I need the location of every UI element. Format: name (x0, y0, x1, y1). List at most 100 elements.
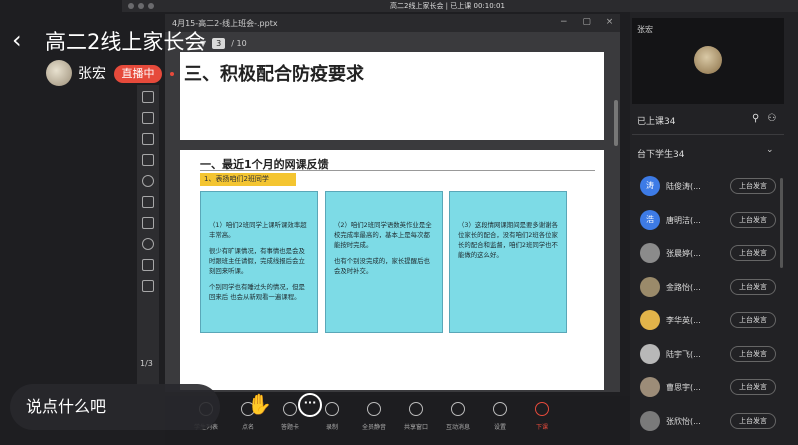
invite-to-stage-button[interactable]: 上台发言 (730, 345, 776, 362)
student-row: 张欣怡(... 上台发言 (636, 410, 784, 435)
card-text: 个别同学也有睡过头的情况，但是回来后 也会从新观看一遍课程。 (209, 283, 305, 301)
student-avatar (640, 243, 660, 263)
student-name: 陆俊涛(... (666, 182, 701, 191)
invite-to-stage-button[interactable]: 上台发言 (730, 211, 776, 228)
search-icon[interactable]: ⚲ (752, 113, 767, 124)
toolbar-label: 互动消息 (445, 424, 470, 431)
panel-divider (632, 134, 784, 135)
toolbar-label: 录制 (325, 424, 338, 431)
feedback-card-1: （1）咱们2班同学上课听课效率超丰常高。 很少有旷课情况，有事情也是会及时跟班主… (200, 191, 318, 333)
page-count: 1/3 (140, 359, 153, 368)
student-avatar (640, 310, 660, 330)
ppt-window-buttons[interactable]: − ▢ × (560, 17, 619, 27)
slide-pager: ▼ 3 / 10 (200, 36, 247, 50)
undo-icon[interactable] (142, 238, 154, 250)
pen-icon[interactable] (142, 154, 154, 166)
app-root: 高二2线上家长会 | 已上课 00:10:01 4月15-高二2-线上班会-.p… (0, 0, 798, 445)
settings-button[interactable]: 设置 (480, 402, 520, 431)
host-name: 张宏 (78, 66, 106, 82)
live-dot (170, 72, 174, 76)
image-icon[interactable] (142, 217, 154, 229)
invite-to-stage-button[interactable]: 上台发言 (730, 379, 776, 395)
offline-header: 台下学生34 (637, 150, 685, 160)
student-row: 涛陆俊涛(... 上台发言 (636, 176, 784, 200)
student-avatar (640, 276, 660, 297)
laser-icon[interactable] (142, 112, 154, 124)
eraser-icon[interactable] (142, 259, 154, 271)
online-header: 已上课34 (637, 117, 676, 127)
window-title: 高二2线上家长会 | 已上课 00:10:01 (390, 2, 505, 10)
panel-header-icons: ⚲⚇ (752, 113, 784, 124)
host-avatar (46, 60, 72, 86)
card-text: （2）咱们2班同学语数英作业是全校完成率最高的，基本上是每次都能按时完成。 (334, 221, 432, 249)
invite-to-stage-button[interactable]: 上台发言 (730, 178, 776, 194)
mute-all-icon (367, 402, 381, 416)
card-text: （1）咱们2班同学上课听课效率超丰常高。 (209, 221, 307, 239)
toolbar-label: 答题卡 (280, 424, 299, 431)
toolbar-label: 全员静音 (361, 424, 386, 431)
shape-icon[interactable] (142, 175, 154, 187)
student-avatar: 涛 (640, 176, 660, 196)
student-name: 唐明洁(... (666, 215, 701, 225)
pointer-icon[interactable] (142, 133, 154, 145)
student-row: 李华英(... 上台发言 (636, 310, 784, 334)
student-avatar (640, 410, 660, 431)
student-name: 李华英(... (666, 316, 701, 325)
interactive-message-icon (451, 402, 465, 416)
select-icon[interactable] (142, 91, 154, 103)
answer-card-icon (283, 402, 297, 416)
settings-icon (493, 402, 507, 416)
share-window-icon (409, 402, 423, 416)
student-avatar: 浩 (640, 209, 660, 230)
invite-to-stage-button[interactable]: 上台发言 (730, 245, 776, 261)
card-text: （3）这段情网课期间是要多谢谢各位家长的配合，没有咱们2班各位家长的配合和监督，… (458, 221, 558, 259)
window-controls[interactable] (128, 3, 154, 9)
toolbar-label: 共享窗口 (403, 424, 428, 431)
student-avatar (640, 377, 660, 397)
student-name: 陆宇飞(... (666, 349, 701, 359)
slide-scrollbar[interactable] (614, 100, 618, 146)
toolbar-label: 设置 (493, 424, 506, 431)
slide2-divider (200, 170, 595, 171)
invite-to-stage-button[interactable]: 上台发言 (730, 412, 776, 429)
slide2-subtitle: 1、表扬咱们2班同学 (200, 173, 296, 186)
student-row: 浩唐明洁(... 上台发言 (636, 209, 784, 234)
chat-icon[interactable]: ··· (298, 393, 322, 417)
chevron-down-icon[interactable]: ⌄ (766, 145, 774, 155)
annotation-toolbar (137, 85, 159, 385)
student-name: 曹思宇(... (666, 383, 701, 392)
toolbar-label: 下课 (535, 424, 548, 431)
teacher-name: 张宏 (637, 25, 653, 34)
page-total: / 10 (231, 38, 247, 48)
invite-to-stage-button[interactable]: 上台发言 (730, 278, 776, 295)
slide1-title: 三、积极配合防疫要求 (184, 64, 364, 85)
back-icon[interactable]: ‹ (12, 28, 22, 52)
student-name: 金路怡(... (666, 282, 701, 292)
student-name: 张欣怡(... (666, 416, 701, 426)
text-icon[interactable] (142, 196, 154, 208)
live-badge: 直播中 (114, 65, 162, 83)
card-text: 很少有旷课情况，有事情也是会及时跟班主任请假，完成线报后会立刻回来听课。 (209, 247, 305, 275)
share-window-button[interactable]: 共享窗口 (396, 402, 436, 431)
teacher-avatar (694, 46, 722, 74)
student-name: 张晨婷(... (666, 249, 701, 258)
student-row: 曹思宇(... 上台发言 (636, 377, 784, 401)
toolbar-label: 点名 (241, 424, 254, 431)
comment-input[interactable]: 说点什么吧 (10, 384, 220, 430)
student-row: 陆宇飞(... 上台发言 (636, 343, 784, 368)
room-title: 高二2线上家长会 (45, 30, 206, 54)
toolbox-icon[interactable] (142, 280, 154, 292)
end-class-button[interactable]: 下课 (522, 402, 562, 431)
user-icon[interactable]: ⚇ (767, 113, 784, 124)
page-input[interactable]: 3 (212, 37, 226, 49)
invite-to-stage-button[interactable]: 上台发言 (730, 312, 776, 328)
raise-hand-icon[interactable]: ✋ (247, 392, 272, 416)
mute-all-button[interactable]: 全员静音 (354, 402, 394, 431)
feedback-card-2: （2）咱们2班同学语数英作业是全校完成率最高的，基本上是每次都能按时完成。 也有… (325, 191, 443, 333)
student-row: 金路怡(... 上台发言 (636, 276, 784, 301)
record-icon (325, 402, 339, 416)
feedback-card-3: （3）这段情网课期间是要多谢谢各位家长的配合，没有咱们2班各位家长的配合和监督，… (449, 191, 567, 333)
interactive-message-button[interactable]: 互动消息 (438, 402, 478, 431)
card-text: 也有个别没完成的，家长提醒后也会及时补交。 (334, 257, 430, 275)
end-class-icon (535, 402, 549, 416)
